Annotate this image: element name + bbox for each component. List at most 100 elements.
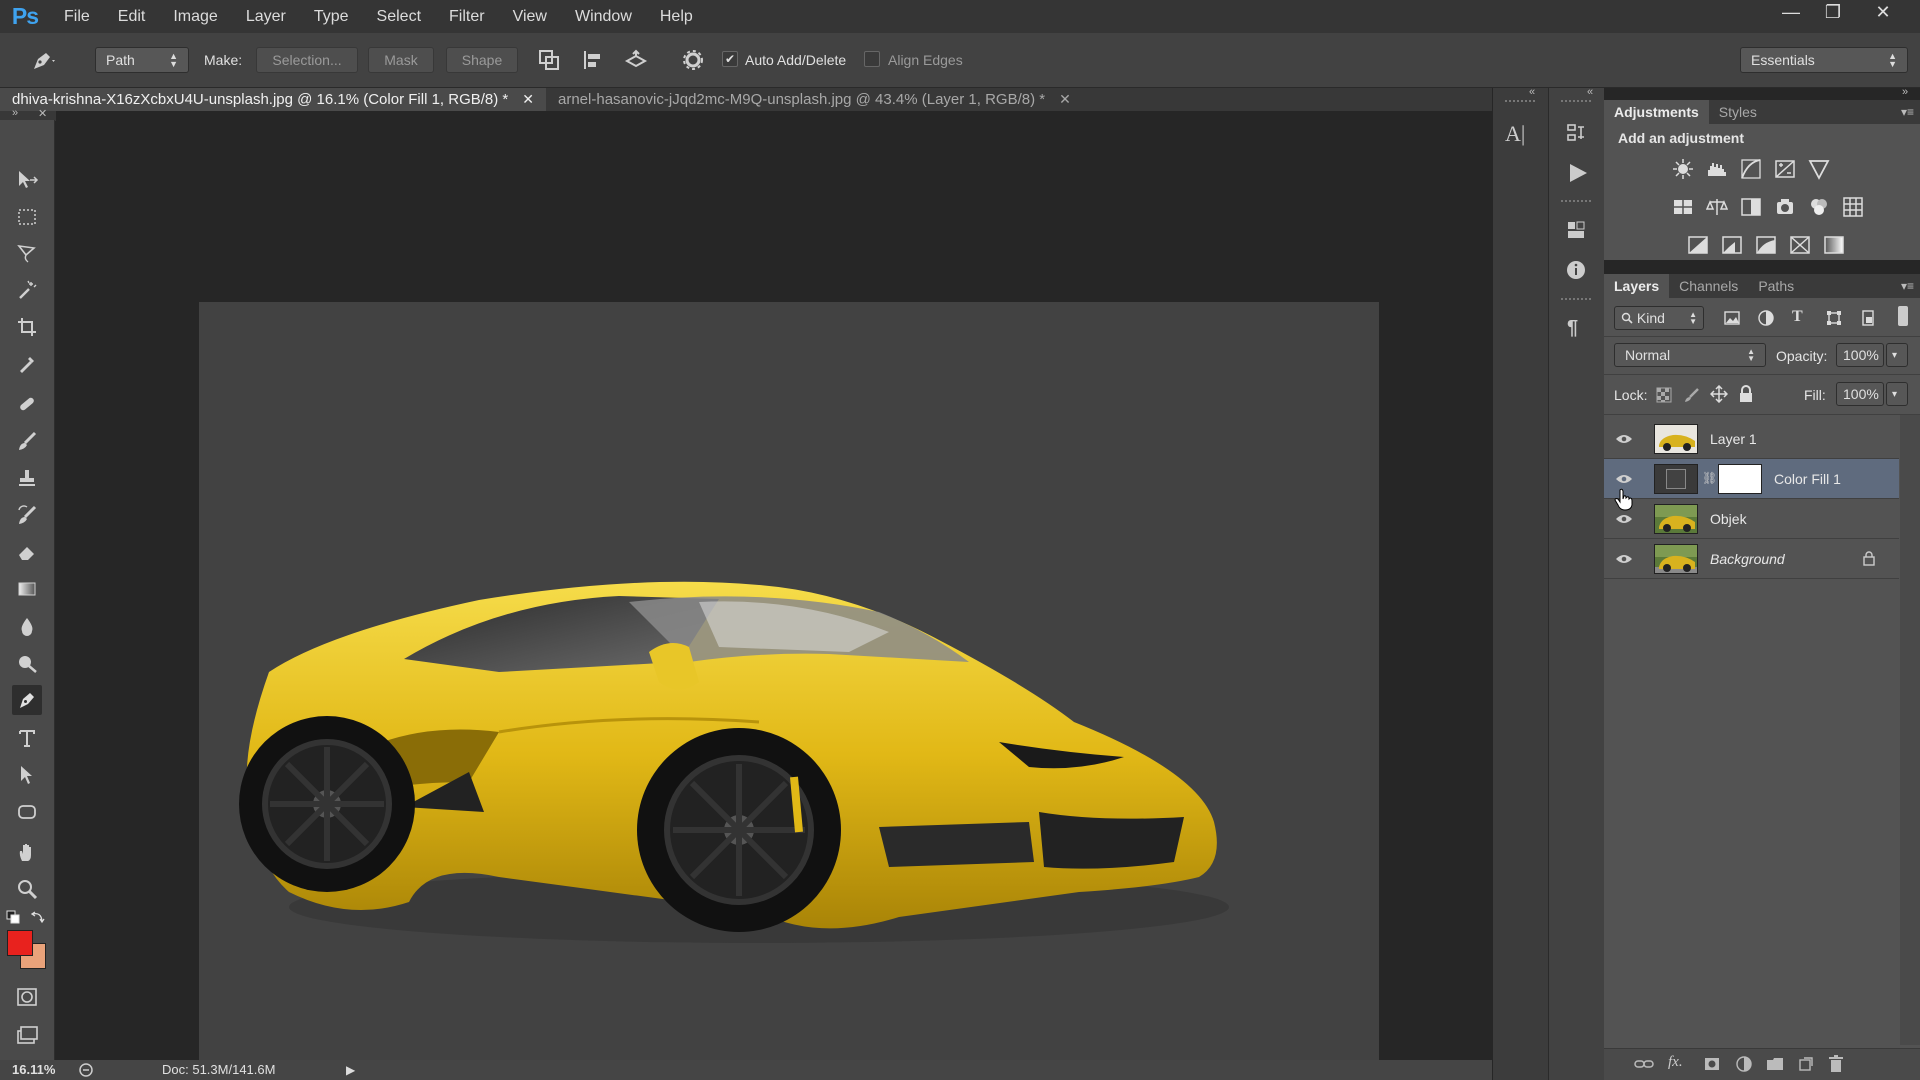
lasso-tool-icon[interactable]: [12, 238, 42, 268]
menu-view[interactable]: View: [499, 0, 561, 33]
selective-color-icon[interactable]: [1787, 232, 1813, 258]
opacity-dropdown-button[interactable]: ▾: [1886, 343, 1908, 367]
quick-mask-icon[interactable]: [12, 982, 42, 1012]
hue-saturation-icon[interactable]: [1670, 194, 1696, 220]
threshold-icon[interactable]: [1753, 232, 1779, 258]
grip-icon[interactable]: [1561, 298, 1591, 306]
history-panel-icon[interactable]: [1565, 122, 1587, 144]
posterize-icon[interactable]: [1719, 232, 1745, 258]
shape-layer-filter-icon[interactable]: [1826, 310, 1842, 326]
grip-icon[interactable]: [1505, 100, 1535, 108]
menu-window[interactable]: Window: [561, 0, 646, 33]
invert-icon[interactable]: [1685, 232, 1711, 258]
hand-tool-icon[interactable]: [12, 837, 42, 867]
foreground-color-swatch[interactable]: [7, 930, 33, 956]
brightness-contrast-icon[interactable]: [1670, 156, 1696, 182]
tab-layers[interactable]: Layers: [1604, 274, 1670, 298]
expand-icon[interactable]: »: [12, 107, 18, 119]
path-arrangement-icon[interactable]: [624, 49, 650, 71]
photo-filter-icon[interactable]: [1772, 194, 1798, 220]
pixel-layer-filter-icon[interactable]: [1724, 310, 1740, 326]
healing-brush-tool-icon[interactable]: [12, 389, 42, 419]
workspace-select[interactable]: Essentials ▲ ▼: [1740, 47, 1908, 73]
character-panel-icon[interactable]: A|: [1505, 121, 1525, 147]
status-icon[interactable]: [78, 1062, 94, 1078]
eyedropper-tool-icon[interactable]: [12, 349, 42, 379]
auto-add-delete-checkbox[interactable]: ✔: [722, 51, 738, 67]
shape-tool-icon[interactable]: [12, 797, 42, 827]
collapse-icon[interactable]: «: [1587, 86, 1593, 98]
make-shape-button[interactable]: Shape: [446, 47, 518, 73]
layer-row-layer-1[interactable]: Layer 1: [1604, 419, 1899, 459]
panel-menu-icon[interactable]: ▾≡: [1901, 100, 1920, 124]
document-canvas[interactable]: [199, 302, 1379, 1080]
close-icon[interactable]: ✕: [522, 91, 534, 108]
brush-tool-icon[interactable]: [12, 426, 42, 456]
new-group-icon[interactable]: [1766, 1057, 1784, 1071]
document-tab-1[interactable]: dhiva-krishna-X16zXcbxU4U-unsplash.jpg @…: [0, 88, 546, 111]
visibility-eye-icon[interactable]: [1614, 429, 1634, 449]
grip-icon[interactable]: [1561, 200, 1591, 208]
layer-row-background[interactable]: Background: [1604, 539, 1899, 579]
history-brush-tool-icon[interactable]: [12, 500, 42, 530]
color-lookup-icon[interactable]: [1840, 194, 1866, 220]
path-selection-tool-icon[interactable]: [12, 760, 42, 790]
vibrance-icon[interactable]: [1806, 156, 1832, 182]
pen-tool-icon[interactable]: [30, 47, 64, 73]
close-icon[interactable]: ✕: [1059, 91, 1071, 108]
channel-mixer-icon[interactable]: [1806, 194, 1832, 220]
actions-panel-icon[interactable]: [1567, 162, 1589, 184]
info-icon[interactable]: [1565, 259, 1587, 281]
expand-icon[interactable]: »: [1902, 86, 1908, 98]
pen-tool-icon[interactable]: [12, 685, 42, 715]
link-icon[interactable]: ⛓: [1702, 471, 1717, 485]
menu-file[interactable]: File: [50, 0, 104, 33]
gear-icon[interactable]: [682, 49, 704, 71]
menu-layer[interactable]: Layer: [232, 0, 300, 33]
new-layer-icon[interactable]: [1798, 1056, 1814, 1072]
tab-channels[interactable]: Channels: [1669, 274, 1748, 298]
paragraph-panel-icon[interactable]: ¶: [1567, 317, 1578, 340]
menu-type[interactable]: Type: [300, 0, 363, 33]
new-adjustment-layer-icon[interactable]: [1736, 1056, 1752, 1072]
color-balance-icon[interactable]: [1704, 194, 1730, 220]
dodge-tool-icon[interactable]: [12, 648, 42, 678]
grip-icon[interactable]: [1561, 100, 1591, 108]
swap-colors-icon[interactable]: [31, 910, 45, 924]
layers-scrollbar[interactable]: [1900, 415, 1920, 1045]
layer-mask-thumbnail[interactable]: [1718, 464, 1762, 494]
restore-button[interactable]: ❐: [1808, 0, 1858, 24]
fx-icon[interactable]: fx.: [1668, 1054, 1683, 1071]
link-layers-icon[interactable]: [1634, 1057, 1654, 1071]
curves-icon[interactable]: [1738, 156, 1764, 182]
zoom-tool-icon[interactable]: [12, 874, 42, 904]
smart-object-filter-icon[interactable]: [1860, 310, 1876, 326]
black-white-icon[interactable]: [1738, 194, 1764, 220]
status-menu-arrow-icon[interactable]: ▶: [346, 1063, 355, 1077]
align-edges-checkbox[interactable]: [864, 51, 880, 67]
menu-select[interactable]: Select: [363, 0, 435, 33]
levels-icon[interactable]: [1704, 156, 1730, 182]
layer-filter-select[interactable]: Kind ▲ ▼: [1614, 306, 1704, 330]
type-tool-icon[interactable]: [12, 723, 42, 753]
path-alignment-icon[interactable]: [582, 49, 604, 71]
menu-filter[interactable]: Filter: [435, 0, 499, 33]
fill-input[interactable]: 100%: [1836, 382, 1884, 406]
document-tab-2[interactable]: arnel-hasanovic-jJqd2mc-M9Q-unsplash.jpg…: [546, 88, 1083, 111]
zoom-level[interactable]: 16.11%: [12, 1062, 55, 1077]
menu-image[interactable]: Image: [159, 0, 231, 33]
panel-menu-icon[interactable]: ▾≡: [1901, 274, 1920, 298]
marquee-tool-icon[interactable]: [12, 202, 42, 232]
move-tool-icon[interactable]: [12, 165, 42, 195]
exposure-icon[interactable]: [1772, 156, 1798, 182]
menu-help[interactable]: Help: [646, 0, 707, 33]
menu-edit[interactable]: Edit: [104, 0, 160, 33]
layer-row-objek[interactable]: Objek: [1604, 499, 1899, 539]
visibility-eye-icon[interactable]: [1614, 549, 1634, 569]
lock-transparent-pixels-icon[interactable]: [1656, 387, 1672, 403]
close-icon[interactable]: ✕: [38, 107, 47, 120]
tab-adjustments[interactable]: Adjustments: [1604, 100, 1709, 124]
gradient-tool-icon[interactable]: [12, 574, 42, 604]
clone-stamp-tool-icon[interactable]: [12, 463, 42, 493]
lock-all-icon[interactable]: [1738, 385, 1754, 403]
